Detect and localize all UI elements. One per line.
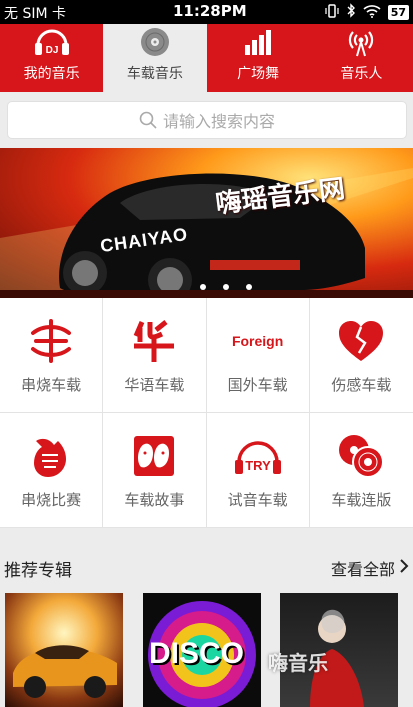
- tab-label: 广场舞: [237, 66, 280, 82]
- search-bar-area: 请输入搜索内容: [0, 92, 413, 148]
- category-sad-car[interactable]: 伤感车载: [309, 298, 413, 413]
- category-grid: 串烧车载 华语车载 Foreign 国外车载 伤感车载 串烧比赛 车载故事 TR…: [0, 298, 413, 528]
- view-all-link[interactable]: 查看全部: [331, 556, 409, 580]
- category-label: 车载连版: [331, 490, 392, 509]
- watermark-logo: 嗨音乐: [268, 651, 328, 675]
- discs-icon: [335, 431, 387, 481]
- wifi-icon: [363, 4, 381, 22]
- status-icons: 57: [325, 3, 409, 22]
- category-label: 国外车载: [227, 375, 288, 394]
- category-car-story[interactable]: 车载故事: [103, 413, 207, 528]
- car-album-art: [13, 645, 117, 698]
- search-input[interactable]: 请输入搜索内容: [7, 101, 407, 139]
- tab-my-music[interactable]: DJ 我的音乐: [0, 24, 103, 92]
- category-sound-test-car[interactable]: TRY 试音车载: [206, 413, 310, 528]
- carousel-dot[interactable]: [223, 284, 229, 290]
- hua-character-icon: [128, 316, 180, 366]
- tab-label: 车载音乐: [126, 66, 183, 82]
- try-icon-text: TRY: [245, 458, 271, 473]
- carousel-indicator: [200, 284, 252, 290]
- album-card-disco[interactable]: DISCO: [143, 593, 261, 707]
- search-placeholder: 请输入搜索内容: [162, 112, 275, 131]
- svg-text:DJ: DJ: [45, 45, 58, 56]
- category-label: 试音车载: [227, 490, 288, 509]
- category-car-continuous[interactable]: 车载连版: [309, 413, 413, 528]
- headphones-dj-icon: DJ: [32, 26, 72, 58]
- category-label: 华语车载: [124, 375, 185, 394]
- tab-musician[interactable]: 音乐人: [310, 24, 413, 92]
- category-label: 串烧比赛: [21, 490, 82, 509]
- top-tab-bar: DJ 我的音乐 车载音乐 广场舞 音乐人: [0, 24, 413, 92]
- foreign-text-icon: Foreign: [232, 316, 284, 366]
- tab-square-dance[interactable]: 广场舞: [207, 24, 310, 92]
- chevron-right-icon: [399, 558, 409, 578]
- symbol-icon: [25, 316, 77, 366]
- clock: 11:28PM: [173, 2, 247, 20]
- section-title: 推荐专辑: [4, 561, 72, 581]
- sports-car-image: [0, 168, 413, 298]
- broadcast-icon: [341, 26, 381, 58]
- bar-chart-icon: [238, 26, 278, 58]
- category-label: 伤感车载: [331, 375, 392, 394]
- status-bar: 无 SIM 卡 11:28PM 57: [0, 0, 413, 24]
- category-medley-car[interactable]: 串烧车载: [0, 298, 104, 413]
- tab-label: 音乐人: [340, 66, 383, 82]
- category-label: 串烧车载: [21, 375, 82, 394]
- category-chinese-car[interactable]: 华语车载: [103, 298, 207, 413]
- album-row: DISCO: [0, 593, 413, 707]
- disco-album-text: DISCO: [149, 637, 245, 670]
- recommended-albums-header: 推荐专辑 查看全部: [0, 538, 413, 588]
- view-all-label: 查看全部: [330, 560, 395, 579]
- category-medley-contest[interactable]: 串烧比赛: [0, 413, 104, 528]
- disc-icon: [135, 26, 175, 58]
- carrier-label: 无 SIM 卡: [4, 6, 66, 22]
- foreign-icon-text: Foreign: [231, 332, 284, 349]
- faces-icon: [128, 431, 180, 481]
- bluetooth-icon: [346, 3, 356, 22]
- tab-car-music[interactable]: 车载音乐: [103, 24, 207, 92]
- promo-banner[interactable]: CHAIYAO 嗨瑶音乐网: [0, 148, 413, 298]
- search-icon: [139, 111, 157, 129]
- try-headphones-icon: TRY: [232, 431, 284, 481]
- category-label: 车载故事: [124, 490, 185, 509]
- vibrate-icon: [325, 3, 339, 22]
- carousel-dot[interactable]: [200, 284, 206, 290]
- category-foreign-car[interactable]: Foreign 国外车载: [206, 298, 310, 413]
- handshake-icon: [25, 431, 77, 481]
- broken-heart-icon: [335, 316, 387, 366]
- battery-icon: 57: [387, 5, 409, 20]
- tab-label: 我的音乐: [23, 66, 80, 82]
- album-card-car[interactable]: [5, 593, 123, 707]
- carousel-dot[interactable]: [246, 284, 252, 290]
